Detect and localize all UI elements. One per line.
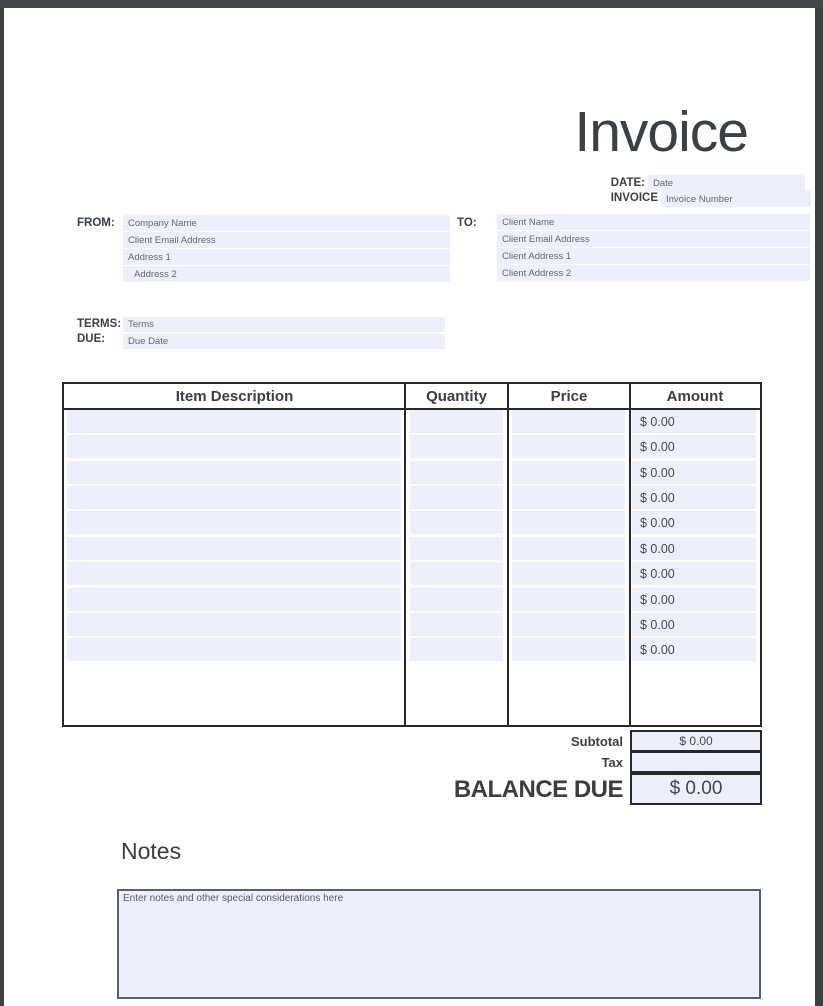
invoice-number-label: INVOICE	[560, 192, 658, 204]
from-label: FROM:	[77, 217, 123, 229]
item-quantity-input[interactable]	[410, 486, 503, 509]
table-row	[64, 511, 760, 534]
item-price-input[interactable]	[512, 537, 625, 560]
tax-label: Tax	[360, 752, 623, 773]
items-table-header: Item Description Quantity Price Amount	[64, 384, 760, 410]
due-date-input[interactable]	[123, 334, 445, 349]
notes-textarea[interactable]	[117, 889, 761, 999]
to-address1-input[interactable]	[497, 248, 810, 264]
item-description-input[interactable]	[67, 486, 401, 509]
item-description-input[interactable]	[67, 562, 401, 585]
notes-heading: Notes	[121, 838, 181, 865]
item-quantity-input[interactable]	[410, 410, 503, 433]
header-item-description: Item Description	[64, 388, 405, 405]
item-price-input[interactable]	[512, 511, 625, 534]
to-label: TO:	[457, 217, 487, 229]
item-price-input[interactable]	[512, 410, 625, 433]
table-row	[64, 588, 760, 611]
header-amount: Amount	[630, 388, 760, 405]
subtotal-label: Subtotal	[360, 731, 623, 752]
table-row	[64, 537, 760, 560]
item-description-input[interactable]	[67, 588, 401, 611]
item-description-input[interactable]	[67, 638, 401, 661]
item-amount-field[interactable]	[632, 537, 756, 560]
item-price-input[interactable]	[512, 435, 625, 458]
date-input[interactable]	[648, 175, 805, 191]
item-price-input[interactable]	[512, 613, 625, 636]
item-quantity-input[interactable]	[410, 562, 503, 585]
header-quantity: Quantity	[405, 388, 508, 405]
table-row	[64, 613, 760, 636]
item-description-input[interactable]	[67, 613, 401, 636]
item-description-input[interactable]	[67, 410, 401, 433]
table-row	[64, 410, 760, 433]
terms-label: TERMS:	[77, 318, 123, 330]
item-price-input[interactable]	[512, 638, 625, 661]
item-amount-field[interactable]	[632, 410, 756, 433]
header-price: Price	[508, 388, 630, 405]
table-row	[64, 562, 760, 585]
items-table: Item Description Quantity Price Amount	[62, 382, 762, 727]
table-row	[64, 638, 760, 661]
item-quantity-input[interactable]	[410, 638, 503, 661]
table-row	[64, 435, 760, 458]
invoice-number-input[interactable]	[661, 191, 811, 207]
from-email-input[interactable]	[123, 232, 450, 248]
item-amount-field[interactable]	[632, 638, 756, 661]
balance-due-label: BALANCE DUE	[360, 774, 623, 805]
item-price-input[interactable]	[512, 486, 625, 509]
item-price-input[interactable]	[512, 461, 625, 484]
item-amount-field[interactable]	[632, 435, 756, 458]
item-description-input[interactable]	[67, 511, 401, 534]
to-client-name-input[interactable]	[497, 214, 810, 230]
to-address2-input[interactable]	[497, 265, 810, 281]
item-quantity-input[interactable]	[410, 537, 503, 560]
to-email-input[interactable]	[497, 231, 810, 247]
item-description-input[interactable]	[67, 537, 401, 560]
invoice-page: Invoice DATE: INVOICE FROM: TO: TERMS: D…	[0, 0, 823, 1006]
item-quantity-input[interactable]	[410, 613, 503, 636]
item-amount-field[interactable]	[632, 461, 756, 484]
item-amount-field[interactable]	[632, 486, 756, 509]
due-label: DUE:	[77, 333, 123, 345]
item-price-input[interactable]	[512, 562, 625, 585]
item-description-input[interactable]	[67, 461, 401, 484]
item-amount-field[interactable]	[632, 562, 756, 585]
tax-value-field[interactable]	[630, 751, 762, 773]
table-row	[64, 461, 760, 484]
page-title: Invoice	[400, 103, 748, 163]
item-amount-field[interactable]	[632, 511, 756, 534]
viewer-frame-top	[0, 0, 823, 8]
terms-input[interactable]	[123, 317, 445, 332]
item-quantity-input[interactable]	[410, 511, 503, 534]
item-amount-field[interactable]	[632, 613, 756, 636]
item-amount-field[interactable]	[632, 588, 756, 611]
date-label: DATE:	[560, 177, 645, 189]
from-address2-input[interactable]	[123, 266, 450, 282]
item-quantity-input[interactable]	[410, 461, 503, 484]
from-address1-input[interactable]	[123, 249, 450, 265]
from-company-name-input[interactable]	[123, 215, 450, 231]
item-description-input[interactable]	[67, 435, 401, 458]
balance-due-value-field[interactable]	[630, 773, 762, 805]
item-quantity-input[interactable]	[410, 435, 503, 458]
item-quantity-input[interactable]	[410, 588, 503, 611]
table-row	[64, 486, 760, 509]
viewer-frame-right-scrollbar[interactable]	[815, 8, 823, 1006]
item-price-input[interactable]	[512, 588, 625, 611]
viewer-frame-left	[0, 8, 4, 1006]
items-table-body	[64, 410, 760, 663]
subtotal-value-field[interactable]	[630, 730, 762, 752]
